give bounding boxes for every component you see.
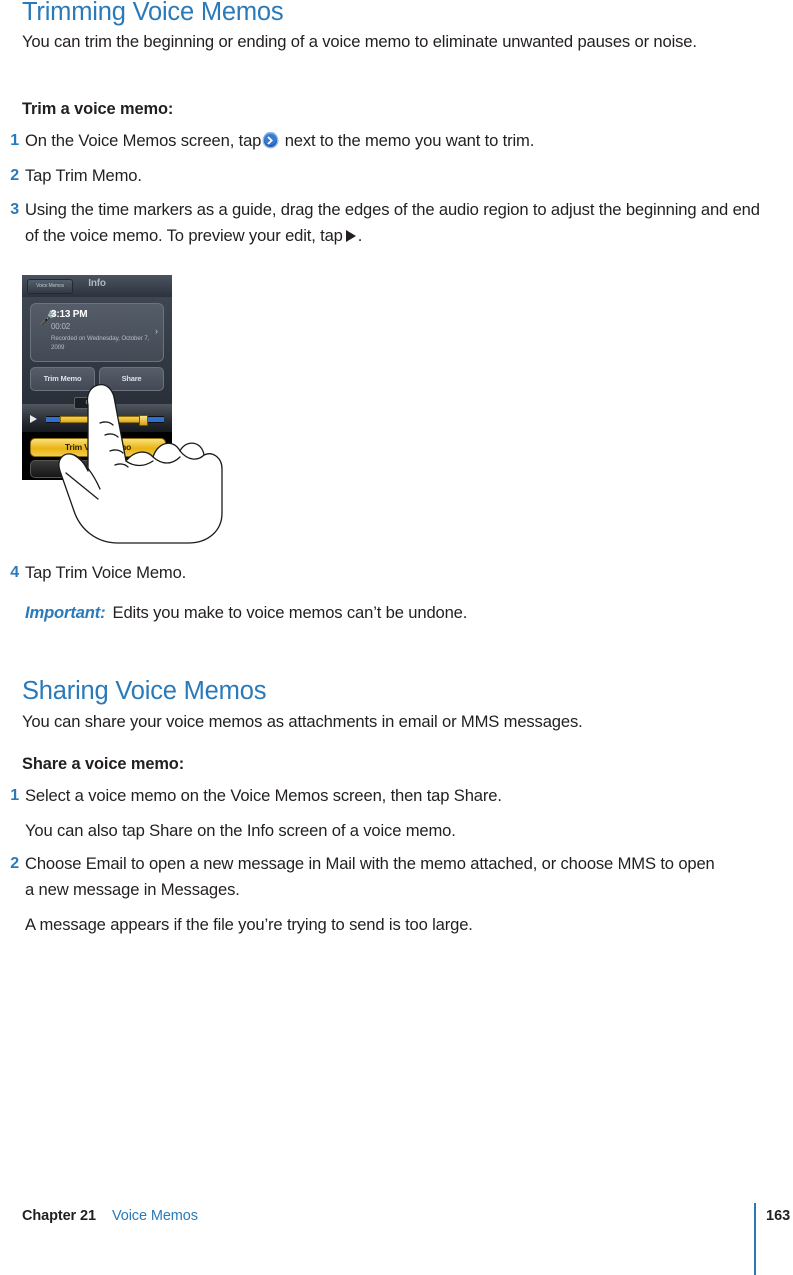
list-item: 4 Tap Trim Voice Memo. <box>0 560 793 586</box>
play-triangle-icon <box>345 229 356 242</box>
memo-action-buttons: Trim Memo Share <box>30 367 164 391</box>
page-number: 163 <box>766 1208 791 1224</box>
screenshot-action-sheet: Trim Voice Memo Cancel <box>22 432 172 480</box>
step-number: 3 <box>10 201 19 218</box>
footer-chapter-label: Chapter 21 <box>22 1208 96 1224</box>
footer-divider <box>754 1203 756 1275</box>
page-title-sharing-voice-memos: Sharing Voice Memos <box>22 677 267 705</box>
important-text: Edits you make to voice memos can’t be u… <box>112 603 468 622</box>
note-text: A message appears if the file you’re try… <box>25 915 473 934</box>
trim-voice-memo-button[interactable]: Trim Voice Memo <box>30 438 166 457</box>
memo-duration: 00:02 <box>51 322 71 331</box>
step-number: 2 <box>10 855 19 872</box>
step-text-before: Using the time markers as a guide, drag … <box>25 200 760 245</box>
scrubber-time-bubble: 00:18 <box>74 397 112 409</box>
scrubber-trimmed-left <box>46 417 60 422</box>
play-icon[interactable] <box>30 415 37 423</box>
share-button[interactable]: Share <box>99 367 164 391</box>
memo-info-card[interactable]: 🎤 3:13 PM 00:02 Recorded on Wednesday, O… <box>30 303 164 362</box>
scrubber-audio-region[interactable] <box>60 416 144 423</box>
note-text: You can also tap Share on the Info scree… <box>25 820 456 840</box>
microphone-icon: 🎤 <box>39 310 58 327</box>
figure-trim-voice-memo: Voice Memos Info 🎤 3:13 PM 00:02 Recorde… <box>22 275 257 545</box>
ordered-steps-trim: 1 On the Voice Memos screen, tap next to… <box>0 128 793 256</box>
cancel-button[interactable]: Cancel <box>30 460 166 478</box>
step-text-after: next to the memo you want to trim. <box>284 131 535 150</box>
step-number: 1 <box>10 787 19 804</box>
task-heading-trim-a-voice-memo: Trim a voice memo: <box>22 100 174 118</box>
step-text: Choose Email to open a new message in Ma… <box>25 854 715 899</box>
intro-paragraph-sharing: You can share your voice memos as attach… <box>22 712 583 731</box>
step-number: 1 <box>10 132 19 149</box>
step-text: Using the time markers as a guide, drag … <box>25 197 765 248</box>
task-heading-share-a-voice-memo: Share a voice memo: <box>22 755 185 773</box>
step-number: 2 <box>10 166 19 184</box>
audio-scrubber[interactable]: 00:18 <box>22 397 172 432</box>
document-page: Trimming Voice Memos You can trim the be… <box>0 0 793 1275</box>
list-item: 2 Tap Trim Memo. <box>0 163 793 189</box>
screenshot-navigation-bar: Voice Memos Info <box>22 275 172 298</box>
step-text: Select a voice memo on the Voice Memos s… <box>25 786 502 805</box>
ordered-steps-trim-continued: 4 Tap Trim Voice Memo. <box>0 560 793 594</box>
footer: Chapter 21 Voice Memos <box>22 1208 198 1224</box>
step-text-after: . <box>357 225 363 245</box>
step-text-before: On the Voice Memos screen, tap <box>25 131 262 150</box>
step-text: Tap Trim Voice Memo. <box>25 563 187 582</box>
ordered-steps-share: 1 Select a voice memo on the Voice Memos… <box>0 783 793 946</box>
iphone-screenshot: Voice Memos Info 🎤 3:13 PM 00:02 Recorde… <box>22 275 172 480</box>
important-label: Important: <box>25 603 106 622</box>
step-text: On the Voice Memos screen, tap next to t… <box>25 128 765 154</box>
list-item: 1 On the Voice Memos screen, tap next to… <box>0 128 793 154</box>
chevron-right-icon: › <box>155 326 158 336</box>
blue-chevron-icon <box>262 131 279 149</box>
important-callout: Important: Edits you make to voice memos … <box>25 600 467 626</box>
step-text: Tap Trim Memo. <box>25 165 142 185</box>
trim-memo-button[interactable]: Trim Memo <box>30 367 95 391</box>
intro-paragraph-trimming: You can trim the beginning or ending of … <box>22 32 697 51</box>
list-item: 2 Choose Email to open a new message in … <box>0 851 793 902</box>
scrubber-right-handle[interactable] <box>139 415 148 426</box>
list-item: 1 Select a voice memo on the Voice Memos… <box>0 783 793 809</box>
screenshot-content-area: 🎤 3:13 PM 00:02 Recorded on Wednesday, O… <box>22 297 172 404</box>
memo-time: 3:13 PM <box>51 309 88 320</box>
memo-recorded-on: Recorded on Wednesday, October 7, 2009 <box>51 335 150 351</box>
nav-title-info: Info <box>88 278 106 289</box>
footer-chapter-title: Voice Memos <box>111 1208 198 1224</box>
page-title-trimming-voice-memos: Trimming Voice Memos <box>22 0 284 26</box>
step-number: 4 <box>10 564 19 581</box>
list-item: 3 Using the time markers as a guide, dra… <box>0 197 793 248</box>
scrubber-trimmed-right <box>148 417 164 422</box>
